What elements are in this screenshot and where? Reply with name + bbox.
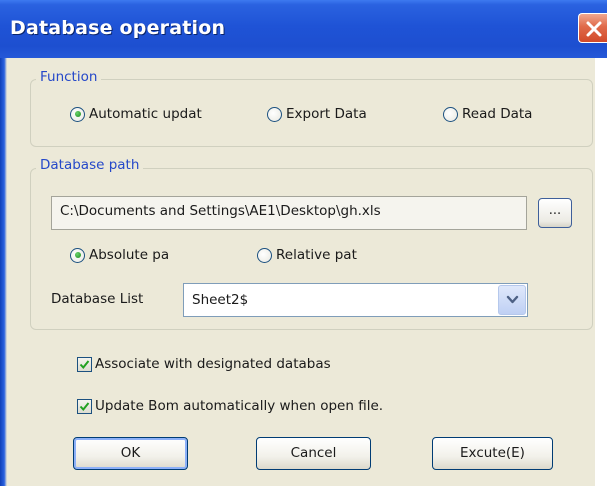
window-title: Database operation <box>10 17 226 39</box>
close-button[interactable] <box>578 13 607 43</box>
radio-indicator <box>257 247 272 263</box>
checkbox-label: Associate with designated databas <box>95 356 331 372</box>
radio-label: Absolute pa <box>89 247 170 263</box>
checkbox-indicator <box>77 356 92 372</box>
database-path-legend: Database path <box>36 157 144 173</box>
radio-label: Read Data <box>462 106 533 122</box>
radio-automatic-update[interactable]: Automatic updat <box>70 106 202 122</box>
radio-indicator <box>70 106 85 122</box>
radio-label: Relative pat <box>276 247 357 263</box>
checkbox-indicator <box>77 398 92 414</box>
window-left-border <box>0 58 7 486</box>
checkbox-associate-database[interactable]: Associate with designated databas <box>77 356 331 372</box>
radio-label: Export Data <box>286 106 367 122</box>
execute-button[interactable]: Excute(E) <box>432 437 553 470</box>
radio-indicator <box>70 247 85 263</box>
database-list-value: Sheet2$ <box>192 292 249 308</box>
checkbox-update-bom[interactable]: Update Bom automatically when open file. <box>77 398 383 414</box>
checkbox-label: Update Bom automatically when open file. <box>95 398 384 414</box>
radio-label: Automatic updat <box>89 106 202 122</box>
database-path-input[interactable]: C:\Documents and Settings\AE1\Desktop\gh… <box>51 196 527 230</box>
radio-relative-path[interactable]: Relative pat <box>257 247 357 263</box>
window-right-edge <box>595 58 607 486</box>
function-legend: Function <box>36 69 102 85</box>
dropdown-button[interactable] <box>498 285 526 315</box>
title-bar[interactable]: Database operation <box>0 0 607 58</box>
radio-indicator <box>267 106 282 122</box>
database-list-select[interactable]: Sheet2$ <box>183 283 528 317</box>
ok-button[interactable]: OK <box>73 437 188 470</box>
database-list-label: Database List <box>51 291 144 307</box>
database-operation-dialog: Database operation Function Automatic up… <box>0 0 607 486</box>
radio-export-data[interactable]: Export Data <box>267 106 367 122</box>
radio-indicator <box>443 106 458 122</box>
cancel-button[interactable]: Cancel <box>256 437 371 470</box>
radio-absolute-path[interactable]: Absolute pa <box>70 247 169 263</box>
browse-button[interactable]: ... <box>538 198 572 228</box>
radio-read-data[interactable]: Read Data <box>443 106 532 122</box>
